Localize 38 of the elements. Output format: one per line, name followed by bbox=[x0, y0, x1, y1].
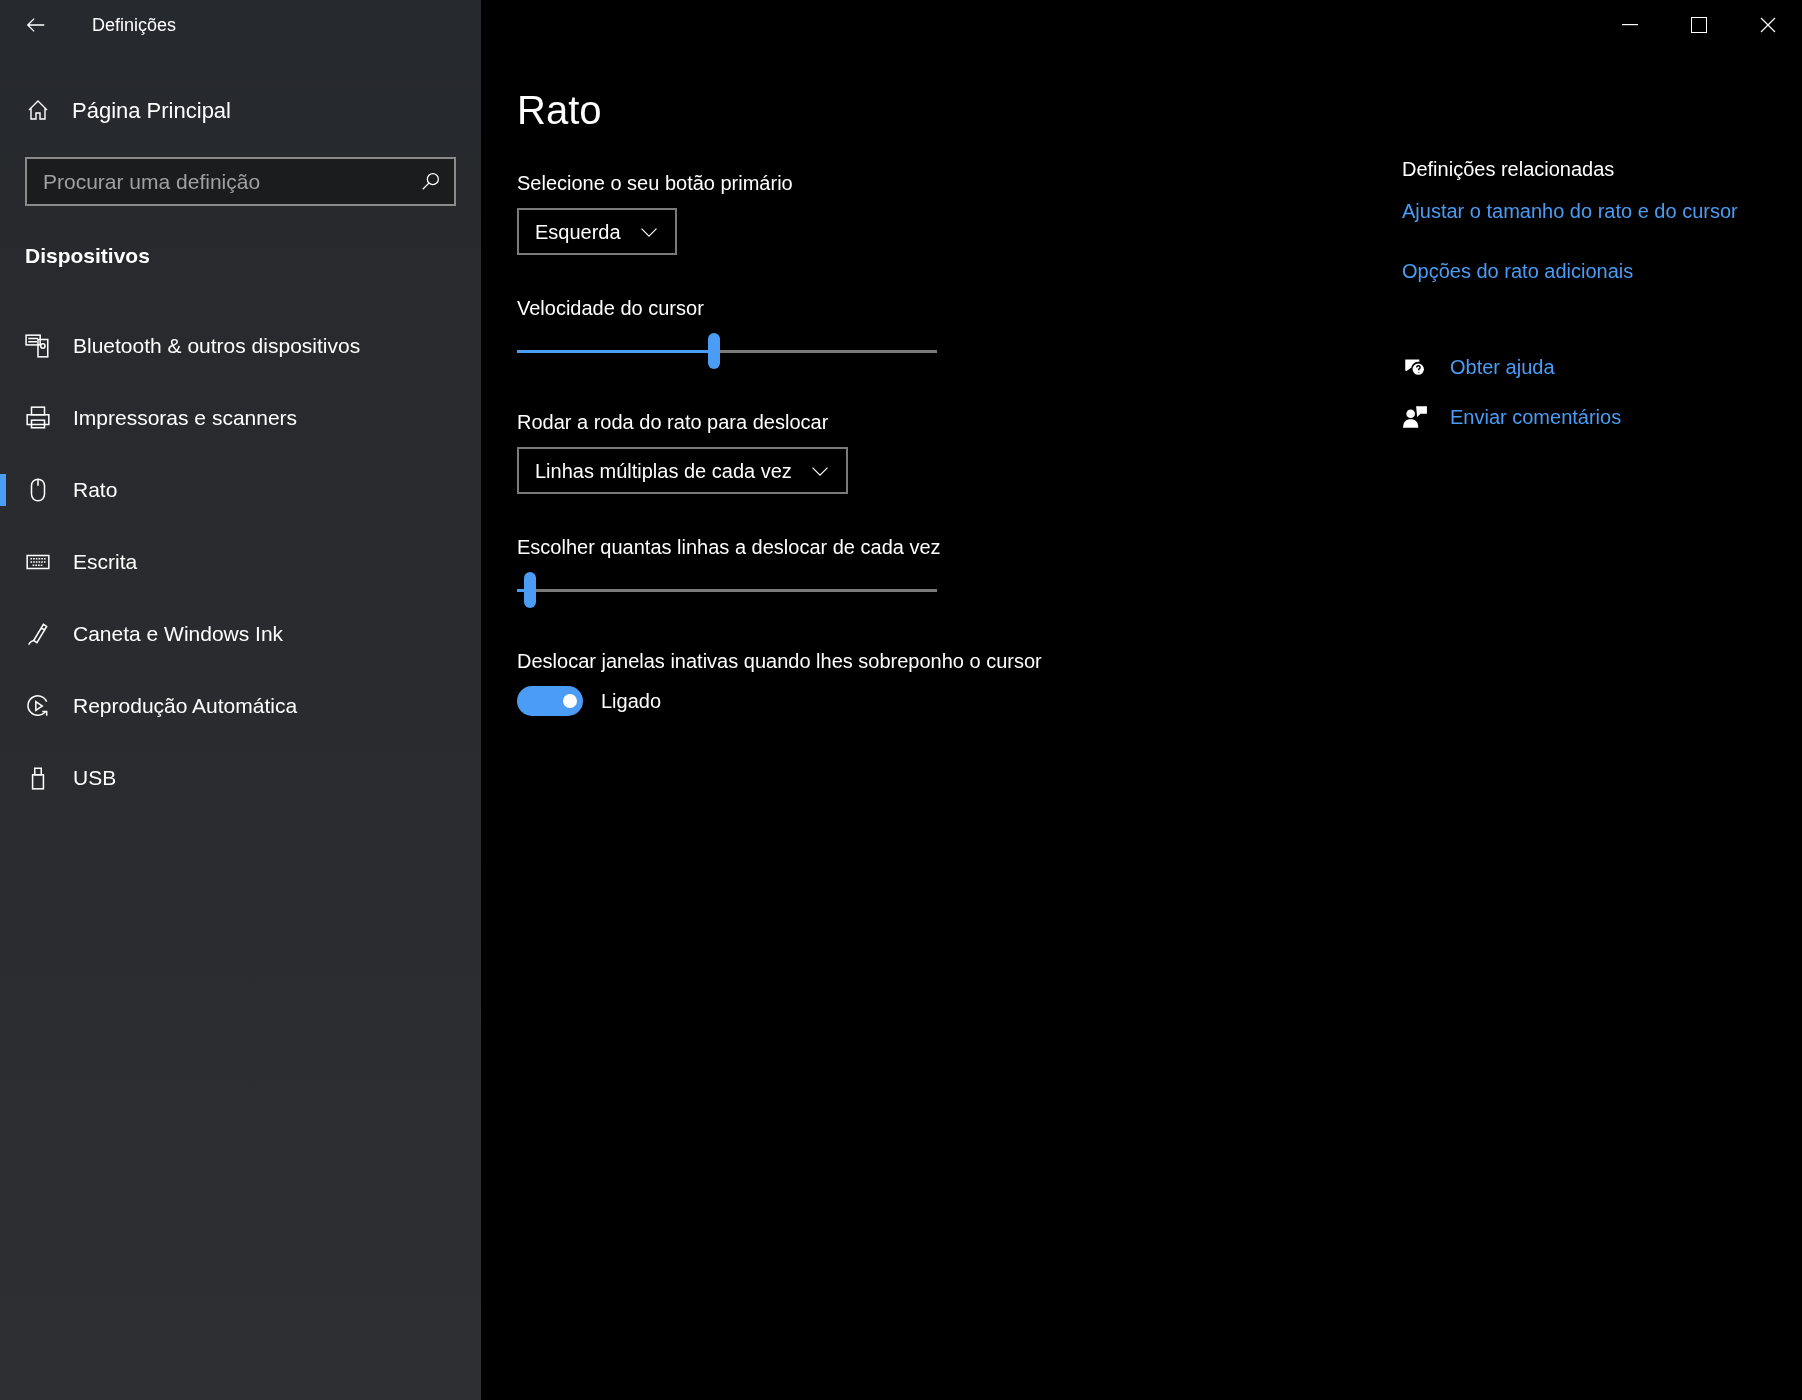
sidebar-item[interactable]: Impressoras e scanners bbox=[0, 381, 481, 454]
related-heading: Definições relacionadas bbox=[1402, 157, 1616, 182]
sidebar-item[interactable]: Rato bbox=[0, 453, 481, 526]
search-icon bbox=[420, 170, 442, 192]
minimize-icon bbox=[1621, 24, 1638, 26]
home-link[interactable]: Página Principal bbox=[0, 85, 481, 135]
setting-label: Rodar a roda do rato para deslocar bbox=[517, 410, 830, 435]
setting-label: Deslocar janelas inativas quando lhes sobreponho o cursor bbox=[517, 649, 1043, 674]
help-link[interactable]: Obter ajuda bbox=[1402, 352, 1555, 382]
page-title: Rato bbox=[517, 87, 603, 134]
toggle-switch[interactable] bbox=[517, 686, 583, 716]
slider-thumb[interactable] bbox=[523, 572, 536, 608]
section-heading: Dispositivos bbox=[25, 243, 151, 269]
device-icon bbox=[25, 332, 51, 359]
help-link[interactable]: Enviar comentários bbox=[1402, 402, 1622, 432]
window-title: Definições bbox=[92, 13, 177, 37]
sidebar-item[interactable]: Escrita bbox=[0, 525, 481, 598]
dropdown[interactable]: Linhas múltiplas de cada vez bbox=[517, 447, 848, 494]
sidebar-item[interactable]: USB bbox=[0, 741, 481, 814]
sidebar-item[interactable]: Bluetooth & outros dispositivos bbox=[0, 309, 481, 382]
search-field[interactable]: Procurar uma definição bbox=[25, 157, 456, 206]
printer-icon bbox=[25, 404, 51, 431]
slider-track[interactable] bbox=[517, 572, 937, 608]
related-link[interactable]: Ajustar o tamanho do rato e do cursor bbox=[1402, 196, 1738, 226]
slider-thumb[interactable] bbox=[708, 333, 721, 369]
dropdown[interactable]: Esquerda bbox=[517, 208, 677, 255]
maximize-icon bbox=[1690, 17, 1707, 33]
setting-label: Escolher quantas linhas a deslocar de cada vez bbox=[517, 535, 942, 560]
sidebar-item[interactable]: Caneta e Windows Ink bbox=[0, 597, 481, 670]
related-link[interactable]: Opções do rato adicionais bbox=[1402, 256, 1634, 286]
close-icon bbox=[1759, 17, 1776, 33]
person-feedback-icon bbox=[1402, 404, 1428, 430]
slider-track[interactable] bbox=[517, 333, 937, 369]
setting-label: Selecione o seu botão primário bbox=[517, 171, 794, 196]
sidebar-item[interactable]: Reprodução Automática bbox=[0, 669, 481, 742]
setting-label: Velocidade do cursor bbox=[517, 296, 705, 321]
toggle-state: Ligado bbox=[601, 689, 662, 714]
home-icon bbox=[26, 98, 50, 122]
